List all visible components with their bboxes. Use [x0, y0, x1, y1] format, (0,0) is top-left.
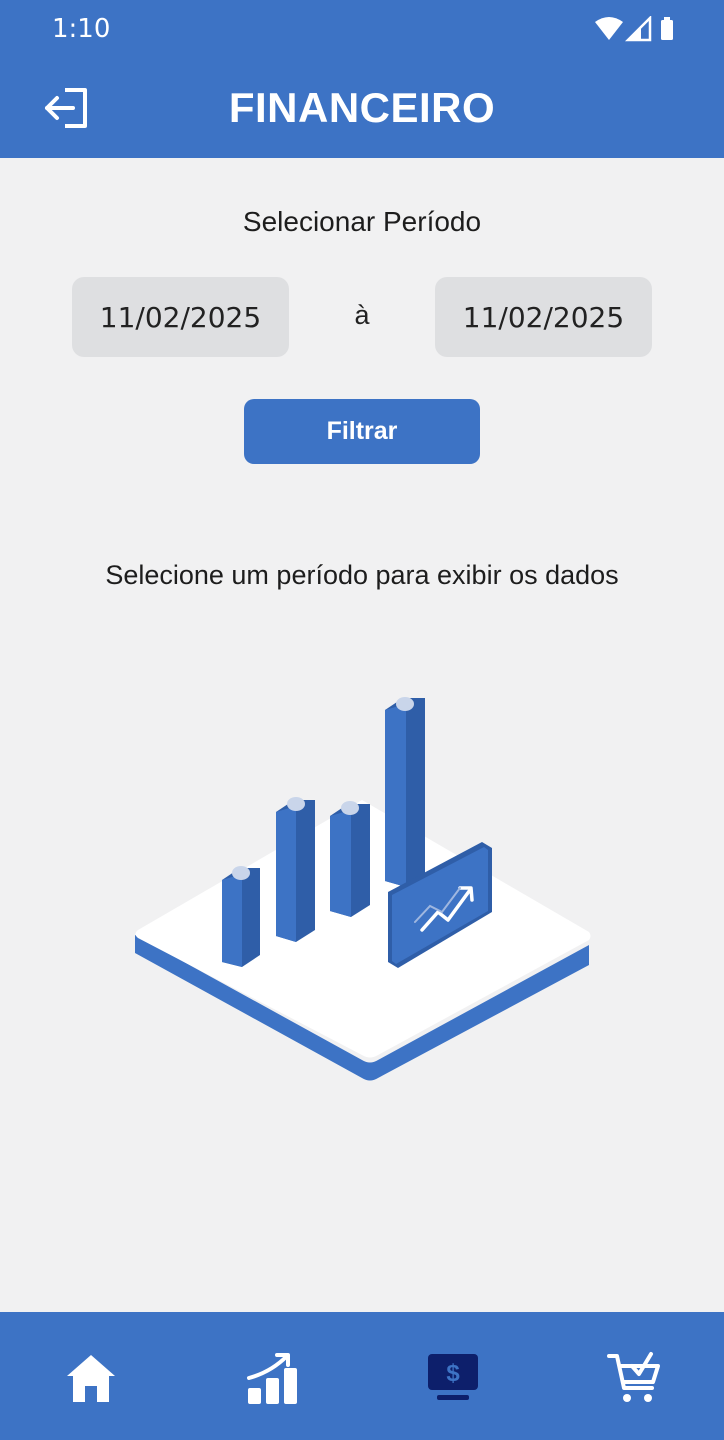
status-icons	[594, 16, 676, 42]
wifi-icon	[595, 17, 623, 40]
nav-reports[interactable]	[243, 1348, 303, 1408]
empty-state-message: Selecione um período para exibir os dado…	[105, 560, 619, 590]
chart-illustration	[130, 690, 594, 1090]
chart-growth-icon	[247, 1353, 297, 1404]
signal-icon	[624, 16, 652, 42]
battery-icon	[661, 17, 673, 40]
date-to-field[interactable]: 11/02/2025	[435, 277, 652, 357]
status-time: 1:10	[52, 14, 111, 44]
date-from-field[interactable]: 11/02/2025	[72, 277, 289, 357]
page-title: FINANCEIRO	[228, 84, 496, 131]
nav-cart[interactable]	[604, 1348, 664, 1408]
svg-text:$: $	[446, 1360, 460, 1387]
bottom-navigation: $	[0, 1312, 724, 1440]
filter-button[interactable]: Filtrar	[244, 399, 480, 464]
nav-financial[interactable]: $	[423, 1348, 483, 1408]
period-separator: à	[354, 300, 370, 330]
cart-check-icon	[607, 1352, 660, 1402]
monitor-dollar-icon: $	[428, 1354, 478, 1400]
nav-home[interactable]	[61, 1348, 121, 1408]
period-label: Selecionar Período	[242, 206, 482, 237]
app-bar: 1:10 FINANCEIRO	[0, 0, 724, 158]
home-icon	[67, 1355, 115, 1402]
